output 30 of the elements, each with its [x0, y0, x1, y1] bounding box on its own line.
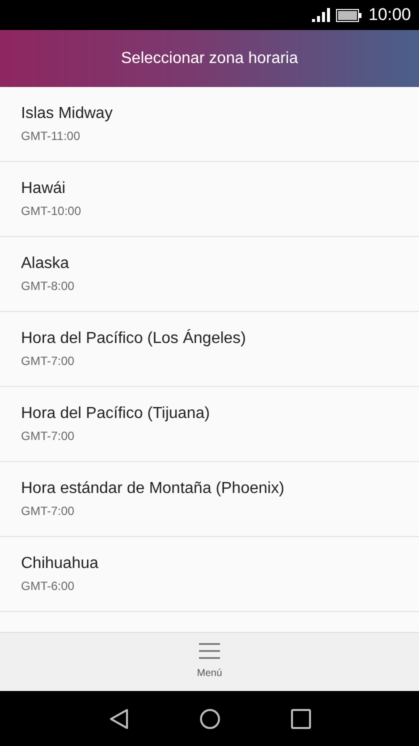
signal-icon	[312, 8, 330, 22]
zone-name: Islas Midway	[21, 105, 114, 123]
time-zone-item[interactable]: Islas Midway GMT-11:00	[0, 87, 419, 162]
zone-offset: GMT-7:00	[21, 504, 76, 518]
zone-name: Hora estándar de Montaña (Phoenix)	[21, 480, 286, 498]
time-zone-item[interactable]: Alaska GMT-8:00	[0, 237, 419, 312]
zone-offset: GMT-7:00	[21, 429, 76, 443]
menu-icon	[198, 643, 220, 659]
recents-icon[interactable]	[290, 708, 310, 728]
screen-title: Seleccionar zona horaria	[121, 50, 298, 68]
time-zone-item[interactable]: Hora del Pacífico (Los Ángeles) GMT-7:00	[0, 312, 419, 387]
zone-offset: GMT-11:00	[21, 129, 82, 143]
zone-offset: GMT-6:00	[21, 579, 76, 593]
clock-time: 10:00	[368, 5, 411, 25]
zone-name: Alaska	[21, 255, 70, 273]
time-zone-item[interactable]: Hawái GMT-10:00	[0, 162, 419, 237]
zone-name: Hora del Pacífico (Tijuana)	[21, 405, 211, 423]
time-zone-item[interactable]: Hora estándar de Montaña (Phoenix) GMT-7:00	[0, 462, 419, 537]
home-icon[interactable]	[198, 708, 220, 730]
battery-icon	[336, 8, 362, 22]
zone-offset: GMT-8:00	[21, 279, 76, 293]
time-zone-item[interactable]: Hora del Pacífico (Tijuana) GMT-7:00	[0, 387, 419, 462]
zone-offset: GMT-10:00	[21, 204, 82, 218]
zone-name: Chihuahua	[21, 555, 100, 573]
zone-name: Hawái	[21, 180, 66, 198]
back-icon[interactable]	[108, 708, 128, 730]
zone-offset: GMT-7:00	[21, 354, 76, 368]
time-zone-item[interactable]: Chihuahua GMT-6:00	[0, 537, 419, 612]
zone-name: Hora del Pacífico (Los Ángeles)	[21, 330, 247, 348]
menu-button[interactable]: Menú	[190, 633, 228, 691]
